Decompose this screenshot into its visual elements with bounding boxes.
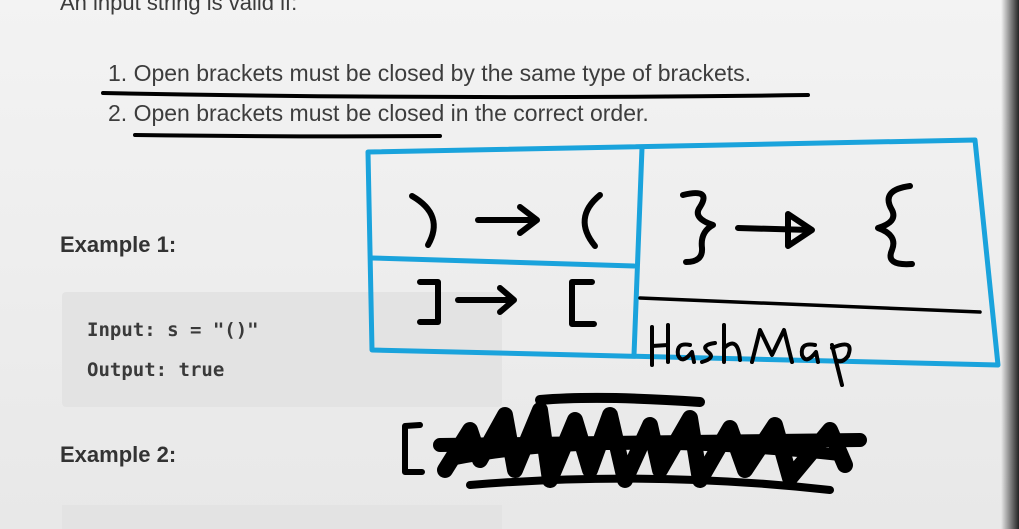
rule-1-underline — [101, 91, 810, 100]
mapping-bracket — [417, 279, 597, 327]
window-edge-shadow — [1001, 0, 1019, 529]
mapping-brace — [680, 183, 915, 268]
hashmap-divider — [638, 296, 982, 314]
rule-2-underline — [133, 133, 442, 139]
handwritten-annotation-layer — [101, 91, 1001, 494]
hashmap-box — [365, 137, 1001, 368]
mapping-paren — [409, 192, 603, 249]
problem-page: An input string is valid if: 1. Open bra… — [0, 0, 1019, 529]
scribbled-out-annotation — [402, 392, 867, 494]
